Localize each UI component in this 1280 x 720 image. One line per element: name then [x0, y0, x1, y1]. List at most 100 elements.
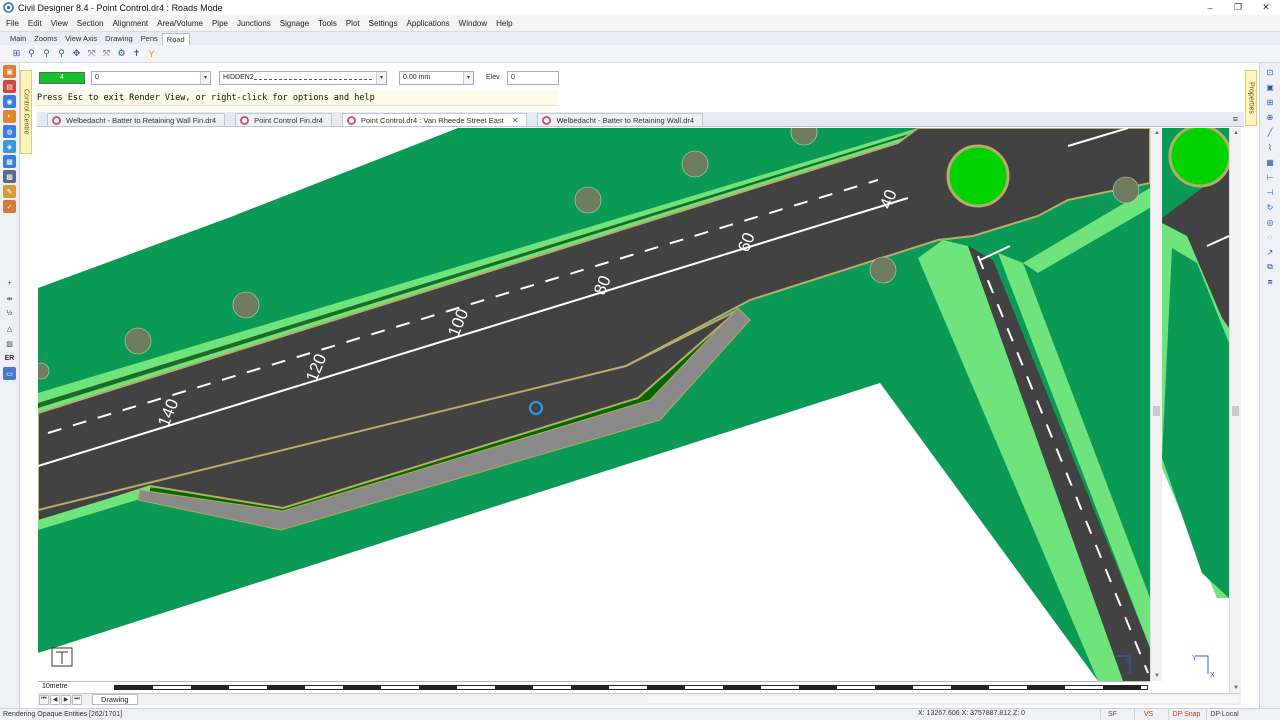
layers-icon[interactable]: ⧈ [1264, 276, 1276, 288]
snap-icon[interactable]: ↗ [1264, 246, 1276, 258]
tab-zooms[interactable]: Zooms [30, 33, 61, 45]
canvas-vertical-scrollbar[interactable]: ▲ ▼ [1150, 128, 1162, 681]
tab-road[interactable]: Road [161, 32, 190, 45]
minimize-button[interactable]: – [1196, 0, 1224, 15]
line-width-select[interactable]: 0.00 mm ▾ [399, 70, 474, 85]
fork-icon[interactable]: Y [145, 47, 158, 60]
circle-icon[interactable]: ◎ [1264, 216, 1276, 228]
pan-icon[interactable]: ⊞ [1264, 96, 1276, 108]
restore-button[interactable]: ❐ [1224, 0, 1252, 15]
edit-tool-icon[interactable]: ✎ [3, 185, 16, 198]
menu-pipe[interactable]: Pipe [212, 19, 228, 28]
pipe-tool-icon[interactable]: ◈ [3, 140, 16, 153]
chevron-down-icon[interactable]: ▾ [376, 71, 386, 84]
control-centre-tab[interactable]: Control Centre [20, 70, 32, 154]
menu-plot[interactable]: Plot [346, 19, 360, 28]
window-icon[interactable]: ▭ [3, 367, 16, 380]
elevation-input[interactable]: 0 [507, 70, 560, 85]
polyline-icon[interactable]: ⌇ [1264, 141, 1276, 153]
volume-tool-icon[interactable]: ▦ [3, 155, 16, 168]
doc-tab-batter-fin[interactable]: Welbedacht - Batter to Retaining Wall Fi… [47, 113, 226, 126]
sheet-tab-drawing[interactable]: Drawing [92, 694, 138, 705]
tab-drawing[interactable]: Drawing [101, 33, 137, 45]
line-tool-icon[interactable]: ╱ [1264, 126, 1276, 138]
next-sheet-icon[interactable]: ▶ [61, 694, 71, 705]
settings-gear-icon[interactable]: ⚙ [115, 47, 128, 60]
menu-window[interactable]: Window [459, 19, 487, 28]
scroll-down-icon[interactable]: ▼ [1230, 683, 1242, 693]
hatch-icon[interactable]: ▨ [3, 337, 16, 350]
add-point-icon[interactable]: ⚲ [25, 47, 38, 60]
grid-icon[interactable]: ▦ [1264, 156, 1276, 168]
drawing-canvas[interactable]: 140 120 100 80 60 40 Y [38, 128, 1150, 681]
copy-icon[interactable]: ⧉ [1264, 261, 1276, 273]
close-tab-icon[interactable]: ✕ [512, 116, 519, 125]
linetype-select[interactable]: HIDDEN2 ▾ [219, 70, 387, 85]
scroll-thumb[interactable] [1232, 406, 1239, 416]
section-tool-icon[interactable]: ◍ [3, 125, 16, 138]
tab-list-menu-icon[interactable]: ≡ [1233, 114, 1238, 124]
scroll-up-icon[interactable]: ▲ [1230, 128, 1242, 138]
menu-settings[interactable]: Settings [369, 19, 398, 28]
dp-local-toggle[interactable]: DP Local [1206, 709, 1242, 720]
move-point-icon[interactable]: ✥ [70, 47, 83, 60]
delete-point-icon[interactable]: ⚲ [55, 47, 68, 60]
grid-tool-icon[interactable]: ▩ [3, 170, 16, 183]
er-icon[interactable]: ER [3, 352, 16, 365]
scroll-thumb[interactable] [1153, 406, 1160, 416]
first-sheet-icon[interactable]: ⏮ [39, 694, 49, 705]
colour-selector[interactable]: 4 [39, 71, 85, 84]
insert-point-icon[interactable]: ⚲ [40, 47, 53, 60]
tab-view-axis[interactable]: View Axis [61, 33, 101, 45]
alignment-tool-icon[interactable]: ◐ [3, 110, 16, 123]
select-tool-icon[interactable]: ⊞ [10, 47, 23, 60]
measure-icon[interactable]: ◌ [1264, 231, 1276, 243]
trim-icon[interactable]: ⊣ [1264, 186, 1276, 198]
offset-icon[interactable]: ⊢ [1264, 171, 1276, 183]
menu-edit[interactable]: Edit [28, 19, 42, 28]
menu-junctions[interactable]: Junctions [237, 19, 271, 28]
rotate-icon[interactable]: ↻ [1264, 201, 1276, 213]
menu-tools[interactable]: Tools [318, 19, 337, 28]
dp-snap-toggle[interactable]: DP Snap [1168, 709, 1204, 720]
scale-icon[interactable]: ⤧ [100, 47, 113, 60]
close-button[interactable]: ✕ [1252, 0, 1280, 15]
triangle-icon[interactable]: △ [3, 322, 16, 335]
vs-toggle[interactable]: VS [1134, 709, 1162, 720]
horizontal-scrollbar[interactable] [648, 696, 1238, 703]
menu-file[interactable]: File [6, 19, 19, 28]
zoom-extents-icon[interactable]: ▣ [1264, 81, 1276, 93]
layer-select[interactable]: 0 ▾ [91, 70, 211, 85]
menu-applications[interactable]: Applications [407, 19, 450, 28]
doc-tab-point-control[interactable]: Point Control.dr4 : Van Rheede Street Ea… [341, 113, 528, 126]
sf-toggle[interactable]: SF [1100, 709, 1124, 720]
doc-tab-point-control-fin[interactable]: Point Control Fin.dr4 [235, 113, 332, 126]
doc-tab-batter[interactable]: Welbedacht - Batter to Retaining Wall.dr… [537, 113, 704, 126]
secondary-viewport[interactable]: X Y [1162, 128, 1229, 681]
measure-icon[interactable]: ⇹ [3, 292, 16, 305]
stretch-icon[interactable]: ⤧ [85, 47, 98, 60]
menu-view[interactable]: View [51, 19, 68, 28]
zoom-window-icon[interactable]: ⊡ [1264, 66, 1276, 78]
zoom-in-icon[interactable]: ⊕ [1264, 111, 1276, 123]
menu-section[interactable]: Section [77, 19, 104, 28]
menu-alignment[interactable]: Alignment [113, 19, 149, 28]
chevron-down-icon[interactable]: ▾ [200, 71, 210, 84]
last-sheet-icon[interactable]: ⏭ [72, 694, 82, 705]
menu-signage[interactable]: Signage [280, 19, 309, 28]
viewport-vertical-scrollbar[interactable]: ▲ ▼ [1229, 128, 1241, 693]
layer-tool-icon[interactable]: ▤ [3, 80, 16, 93]
menu-area-volume[interactable]: Area/Volume [157, 19, 203, 28]
junction-icon[interactable]: ✝ [130, 47, 143, 60]
render-view[interactable]: 140 120 100 80 60 40 Y [38, 128, 1150, 681]
check-tool-icon[interactable]: ✓ [3, 200, 16, 213]
draw-tool-icon[interactable]: ▣ [3, 65, 16, 78]
chevron-down-icon[interactable]: ▾ [463, 71, 473, 84]
prev-sheet-icon[interactable]: ◀ [50, 694, 60, 705]
plus-icon[interactable]: + [3, 277, 16, 290]
tab-main[interactable]: Main [6, 33, 30, 45]
road-tool-icon[interactable]: ◉ [3, 95, 16, 108]
tab-pens[interactable]: Pens [137, 33, 162, 45]
menu-help[interactable]: Help [496, 19, 512, 28]
properties-tab[interactable]: Properties [1245, 70, 1257, 126]
